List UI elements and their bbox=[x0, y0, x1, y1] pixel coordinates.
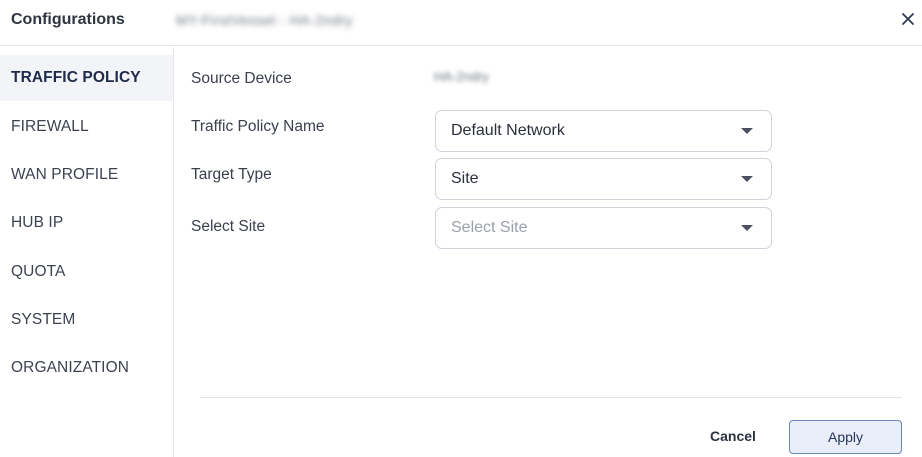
chevron-down-icon bbox=[741, 176, 753, 182]
close-icon bbox=[902, 13, 914, 25]
select-site-select[interactable]: Select Site bbox=[435, 207, 772, 249]
select-site-label: Select Site bbox=[191, 218, 266, 235]
source-device-label: Source Device bbox=[191, 70, 292, 87]
sidebar-item-system[interactable]: SYSTEM bbox=[0, 297, 173, 343]
traffic-policy-name-value: Default Network bbox=[451, 122, 565, 139]
sidebar-item-firewall[interactable]: FIREWALL bbox=[0, 104, 173, 150]
sidebar-item-traffic-policy[interactable]: TRAFFIC POLICY bbox=[0, 55, 173, 101]
sidebar-item-wan-profile[interactable]: WAN PROFILE bbox=[0, 152, 173, 198]
target-type-value: Site bbox=[451, 170, 479, 187]
chevron-down-icon bbox=[741, 128, 753, 134]
close-button[interactable] bbox=[896, 7, 920, 31]
traffic-policy-name-label: Traffic Policy Name bbox=[191, 118, 325, 135]
sidebar-item-quota[interactable]: QUOTA bbox=[0, 249, 173, 295]
target-type-label: Target Type bbox=[191, 166, 272, 183]
apply-button[interactable]: Apply bbox=[789, 420, 902, 454]
dialog-title: Configurations bbox=[11, 11, 125, 28]
sidebar-item-hub-ip[interactable]: HUB IP bbox=[0, 200, 173, 246]
sidebar-item-organization[interactable]: ORGANIZATION bbox=[0, 345, 173, 391]
select-site-placeholder: Select Site bbox=[451, 219, 528, 236]
cancel-button[interactable]: Cancel bbox=[702, 425, 764, 447]
chevron-down-icon bbox=[741, 225, 753, 231]
dialog-header: Configurations MY-FirstVessel - HA-2ndry bbox=[0, 0, 922, 46]
target-type-select[interactable]: Site bbox=[435, 158, 772, 200]
config-sidebar: TRAFFIC POLICY FIREWALL WAN PROFILE HUB … bbox=[0, 47, 174, 457]
config-form: Source Device HA-2ndry Traffic Policy Na… bbox=[175, 47, 922, 457]
source-device-value: HA-2ndry bbox=[434, 69, 489, 84]
device-name: MY-FirstVessel - HA-2ndry bbox=[176, 12, 353, 28]
footer-divider bbox=[200, 397, 902, 398]
traffic-policy-name-select[interactable]: Default Network bbox=[435, 110, 772, 152]
